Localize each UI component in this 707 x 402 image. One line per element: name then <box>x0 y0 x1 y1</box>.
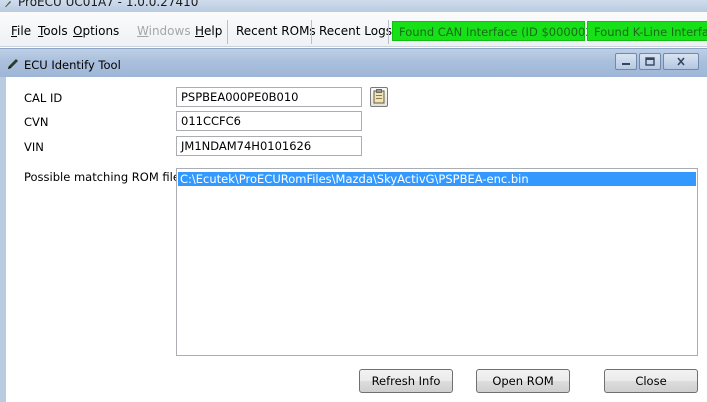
menu-separator <box>227 20 228 44</box>
rom-files-list[interactable]: C:\Ecutek\ProECURomFiles\Mazda\SkyActivG… <box>176 168 698 356</box>
close-window-button[interactable] <box>663 53 699 70</box>
window-titlebar[interactable]: ECU Identify Tool <box>0 48 707 77</box>
copy-cal-id-button[interactable] <box>370 87 388 107</box>
list-item[interactable]: C:\Ecutek\ProECURomFiles\Mazda\SkyActivG… <box>178 172 696 186</box>
status-can-interface: Found CAN Interface (ID $00000214) <box>392 21 612 41</box>
status-kline-interface: Found K-Line Interface <box>587 21 707 41</box>
window-controls <box>613 53 699 71</box>
open-rom-button[interactable]: Open ROM <box>476 369 570 393</box>
menu-options[interactable]: Options <box>73 24 119 38</box>
menu-file[interactable]: File <box>11 24 31 38</box>
app-icon <box>5 1 11 7</box>
close-button[interactable]: Close <box>604 369 698 393</box>
window-title: ECU Identify Tool <box>24 58 121 72</box>
menu-recent-roms[interactable]: Recent ROMs <box>236 24 316 38</box>
menu-help[interactable]: Help <box>195 24 222 38</box>
app-titlebar: ProECU UC01A7 - 1.0.0.27410 <box>0 0 707 12</box>
vin-field[interactable]: JM1NDAM74H0101626 <box>176 136 362 156</box>
cal-id-field[interactable]: PSPBEA000PE0B010 <box>176 87 362 107</box>
minimize-button[interactable] <box>615 53 637 70</box>
menu-windows[interactable]: Windows <box>137 24 191 38</box>
cal-id-label: CAL ID <box>24 91 63 105</box>
menu-recent-logs[interactable]: Recent Logs <box>319 24 392 38</box>
cvn-label: CVN <box>24 115 49 129</box>
minimize-icon <box>622 62 630 65</box>
pencil-icon <box>8 59 18 69</box>
clipboard-icon <box>373 89 385 104</box>
menu-separator <box>388 20 389 44</box>
rom-files-label: Possible matching ROM files <box>24 170 186 184</box>
cvn-field[interactable]: 011CCFC6 <box>176 111 362 131</box>
maximize-icon <box>645 57 655 66</box>
vin-label: VIN <box>24 140 44 154</box>
menubar: File Tools Options Windows Help Recent R… <box>0 12 707 47</box>
app-title: ProECU UC01A7 - 1.0.0.27410 <box>18 0 199 9</box>
menu-separator <box>311 20 312 44</box>
refresh-info-button[interactable]: Refresh Info <box>359 369 453 393</box>
close-icon <box>677 57 685 66</box>
menu-tools[interactable]: Tools <box>38 24 68 38</box>
maximize-button[interactable] <box>639 53 661 70</box>
